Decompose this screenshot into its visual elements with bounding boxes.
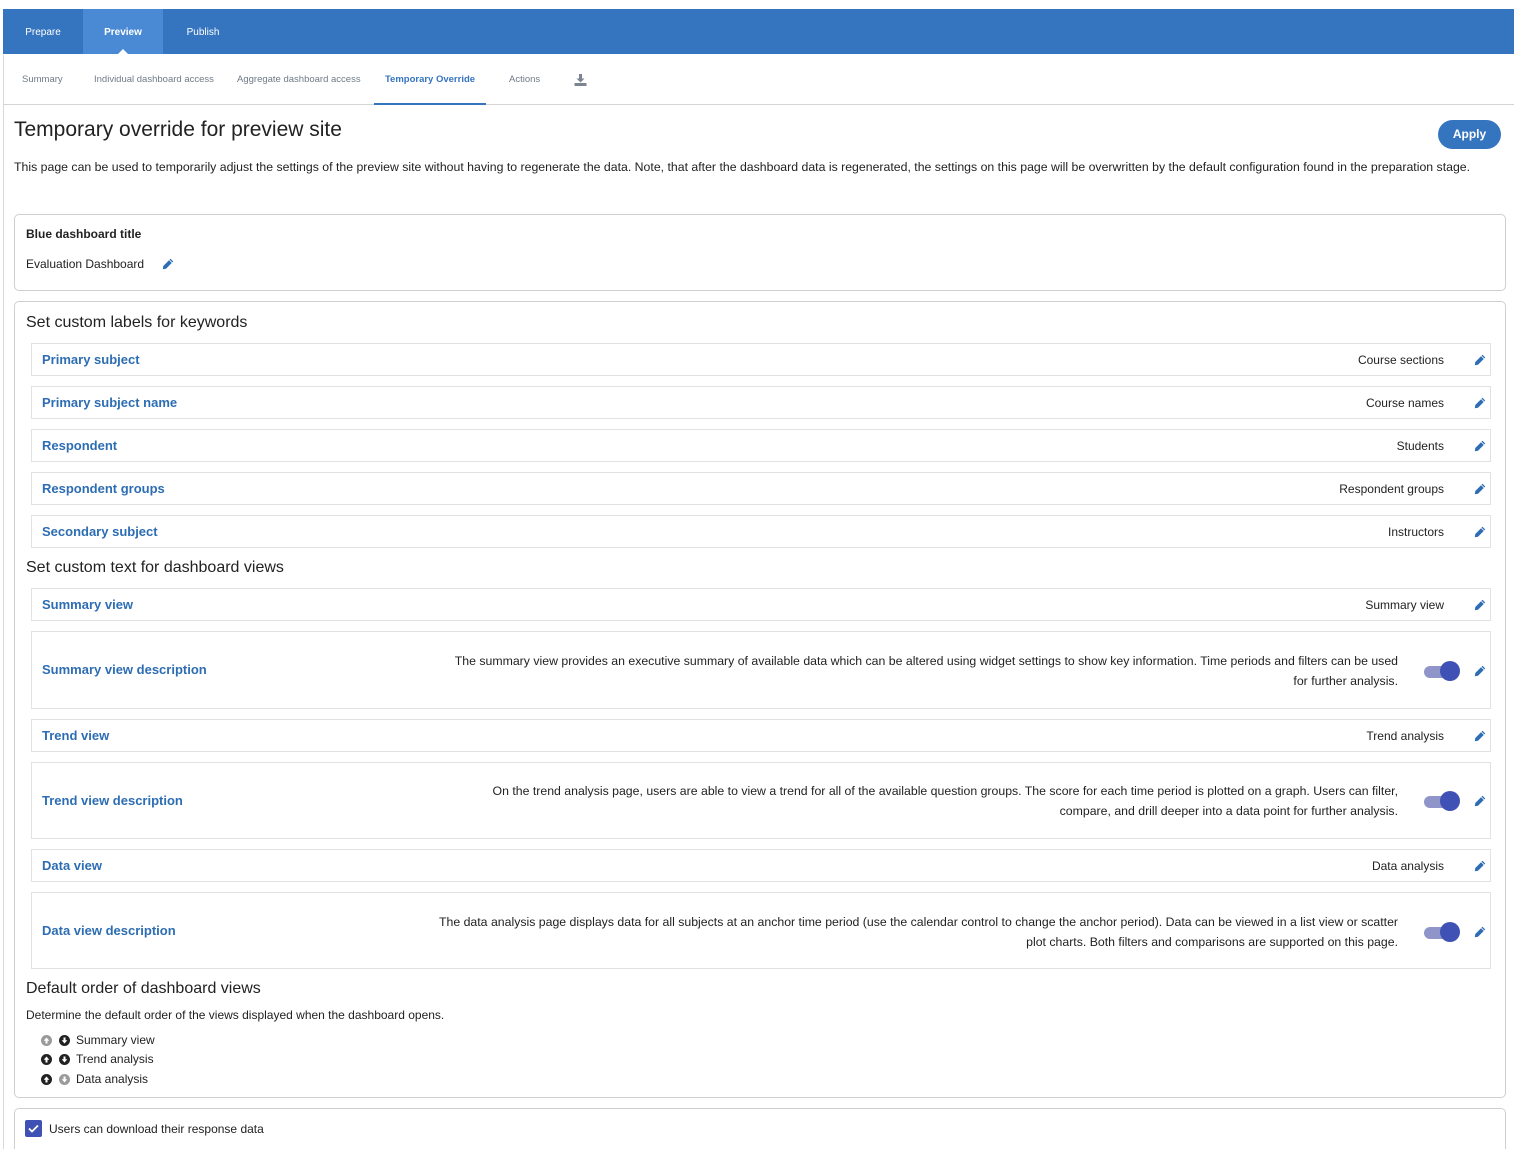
download-icon[interactable] bbox=[574, 55, 588, 105]
dashboard-title-value: Evaluation Dashboard bbox=[26, 257, 145, 271]
pencil-icon[interactable] bbox=[1474, 926, 1486, 938]
order-heading: Default order of dashboard views bbox=[26, 980, 261, 997]
keyword-row-respondent: Respondent Students bbox=[31, 429, 1491, 462]
row-value: Course names bbox=[1365, 396, 1444, 410]
summary-description-toggle[interactable] bbox=[1424, 660, 1460, 681]
tab-preview-label: Preview bbox=[104, 27, 142, 38]
row-value: Summary view bbox=[1365, 598, 1444, 612]
row-label: Primary subject name bbox=[42, 395, 178, 410]
view-row-trend-description: Trend view description On the trend anal… bbox=[31, 762, 1491, 839]
row-label: Secondary subject bbox=[42, 524, 158, 539]
subnav-individual-access[interactable]: Individual dashboard access bbox=[94, 55, 214, 105]
pencil-icon[interactable] bbox=[162, 258, 174, 270]
download-checkbox[interactable] bbox=[25, 1120, 42, 1137]
keywords-heading: Set custom labels for keywords bbox=[26, 314, 248, 331]
row-description: On the trend analysis page, users are ab… bbox=[492, 784, 1398, 818]
download-label: Users can download their response data bbox=[49, 1122, 264, 1136]
order-item-label: Data analysis bbox=[76, 1072, 149, 1086]
pencil-icon[interactable] bbox=[1474, 665, 1486, 677]
dashboard-title-label: Blue dashboard title bbox=[26, 227, 142, 241]
tab-preview[interactable]: Preview bbox=[83, 9, 163, 54]
subnav-summary[interactable]: Summary bbox=[22, 55, 63, 105]
arrow-up-icon[interactable] bbox=[41, 1074, 52, 1085]
arrow-up-icon bbox=[41, 1035, 52, 1046]
row-label: Trend view description bbox=[42, 793, 183, 808]
row-value: Course sections bbox=[1357, 353, 1444, 367]
row-label: Respondent groups bbox=[42, 481, 165, 496]
subnav-temporary-override[interactable]: Temporary Override bbox=[374, 55, 486, 105]
pencil-icon[interactable] bbox=[1474, 397, 1486, 409]
view-row-summary-description: Summary view description The summary vie… bbox=[31, 631, 1491, 709]
tab-publish[interactable]: Publish bbox=[163, 9, 243, 54]
row-value: Instructors bbox=[1387, 525, 1444, 539]
pencil-icon[interactable] bbox=[1474, 526, 1486, 538]
row-label: Respondent bbox=[42, 438, 118, 453]
view-row-trend: Trend view Trend analysis bbox=[31, 719, 1491, 752]
left-border bbox=[3, 105, 4, 1149]
pencil-icon[interactable] bbox=[1474, 483, 1486, 495]
settings-card: Set custom labels for keywords Primary s… bbox=[14, 301, 1506, 1098]
row-value: Students bbox=[1396, 439, 1444, 453]
view-row-summary: Summary view Summary view bbox=[31, 588, 1491, 621]
row-description: The data analysis page displays data for… bbox=[438, 915, 1398, 949]
dashboard-title-card: Blue dashboard title Evaluation Dashboar… bbox=[14, 214, 1506, 291]
tab-prepare[interactable]: Prepare bbox=[3, 9, 83, 54]
arrow-down-icon[interactable] bbox=[59, 1035, 70, 1046]
row-label: Trend view bbox=[42, 728, 110, 743]
keyword-row-primary-subject: Primary subject Course sections bbox=[31, 343, 1491, 376]
page-intro: This page can be used to temporarily adj… bbox=[14, 160, 1471, 174]
row-description: The summary view provides an executive s… bbox=[454, 654, 1398, 688]
page-title: Temporary override for preview site bbox=[14, 118, 342, 141]
pencil-icon[interactable] bbox=[1474, 354, 1486, 366]
row-value: Trend analysis bbox=[1366, 729, 1444, 743]
row-label: Summary view bbox=[42, 597, 134, 612]
pencil-icon[interactable] bbox=[1474, 860, 1486, 872]
order-item-label: Trend analysis bbox=[76, 1052, 154, 1066]
tab-publish-label: Publish bbox=[186, 27, 220, 38]
row-value: Respondent groups bbox=[1339, 482, 1444, 496]
subnav-aggregate-access[interactable]: Aggregate dashboard access bbox=[237, 55, 361, 105]
arrow-down-icon[interactable] bbox=[59, 1054, 70, 1065]
pencil-icon[interactable] bbox=[1474, 730, 1486, 742]
order-item-label: Summary view bbox=[76, 1033, 155, 1047]
tab-prepare-label: Prepare bbox=[25, 27, 61, 38]
row-label: Primary subject bbox=[42, 352, 140, 367]
trend-description-toggle[interactable] bbox=[1424, 790, 1460, 811]
arrow-up-icon[interactable] bbox=[41, 1054, 52, 1065]
top-nav-bar: Prepare Preview Publish bbox=[3, 9, 1514, 54]
apply-button[interactable]: Apply bbox=[1438, 120, 1501, 149]
pencil-icon[interactable] bbox=[1474, 440, 1486, 452]
views-heading: Set custom text for dashboard views bbox=[26, 559, 284, 576]
keyword-row-secondary-subject: Secondary subject Instructors bbox=[31, 515, 1491, 548]
pencil-icon[interactable] bbox=[1474, 795, 1486, 807]
keyword-row-primary-subject-name: Primary subject name Course names bbox=[31, 386, 1491, 419]
keyword-row-respondent-groups: Respondent groups Respondent groups bbox=[31, 472, 1491, 505]
order-description: Determine the default order of the views… bbox=[26, 1008, 445, 1022]
subnav-actions[interactable]: Actions bbox=[509, 55, 540, 105]
download-card: Users can download their response data bbox=[14, 1108, 1506, 1149]
pencil-icon[interactable] bbox=[1474, 599, 1486, 611]
row-value: Data analysis bbox=[1371, 859, 1444, 873]
arrow-down-icon bbox=[59, 1074, 70, 1085]
data-description-toggle[interactable] bbox=[1424, 921, 1460, 942]
row-label: Data view bbox=[42, 858, 102, 873]
view-row-data-description: Data view description The data analysis … bbox=[31, 892, 1491, 969]
row-label: Summary view description bbox=[42, 662, 207, 677]
row-label: Data view description bbox=[42, 923, 176, 938]
sub-nav: Summary Individual dashboard access Aggr… bbox=[3, 55, 1514, 105]
view-row-data: Data view Data analysis bbox=[31, 849, 1491, 882]
